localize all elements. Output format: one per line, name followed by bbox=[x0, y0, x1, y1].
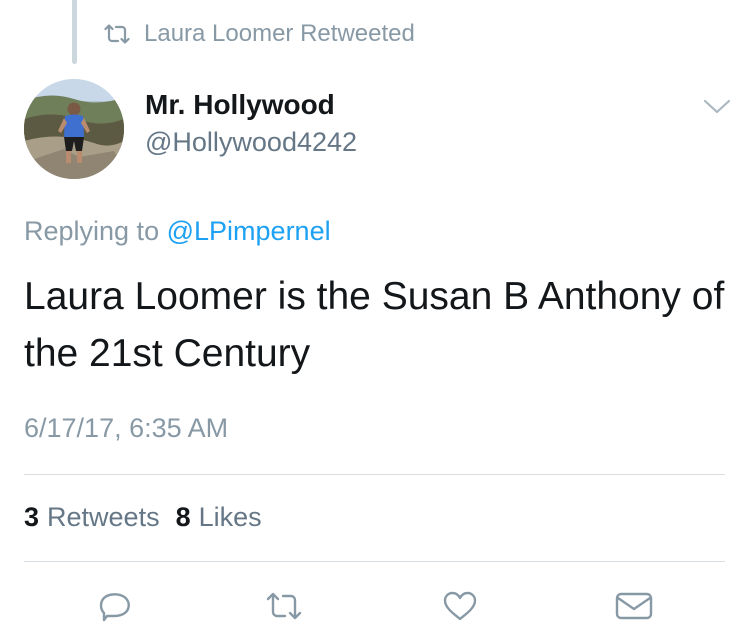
author-display-name[interactable]: Mr. Hollywood bbox=[145, 88, 357, 122]
avatar[interactable] bbox=[24, 79, 124, 179]
reply-context: Replying to @LPimpernel bbox=[24, 216, 331, 247]
retweet-icon bbox=[104, 24, 130, 44]
likes-stat[interactable]: 8 Likes bbox=[176, 502, 262, 533]
retweets-count: 3 bbox=[24, 502, 40, 532]
divider bbox=[24, 561, 725, 562]
action-bar bbox=[0, 584, 749, 628]
retweet-icon bbox=[266, 592, 302, 620]
retweets-stat[interactable]: 3 Retweets bbox=[24, 502, 160, 533]
heart-icon bbox=[442, 590, 478, 622]
reply-icon bbox=[98, 590, 132, 622]
like-button[interactable] bbox=[438, 584, 482, 628]
tweet-text: Laura Loomer is the Susan B Anthony of t… bbox=[24, 275, 725, 375]
author-handle[interactable]: @Hollywood4242 bbox=[145, 125, 357, 159]
profile-photo bbox=[24, 79, 124, 179]
direct-message-button[interactable] bbox=[612, 584, 656, 628]
retweets-label: Retweets bbox=[47, 502, 160, 532]
reply-mention-link[interactable]: @LPimpernel bbox=[167, 216, 331, 246]
reply-button[interactable] bbox=[93, 584, 137, 628]
envelope-icon bbox=[615, 591, 653, 621]
retweet-button[interactable] bbox=[262, 584, 306, 628]
likes-count: 8 bbox=[175, 502, 191, 532]
reply-context-prefix: Replying to bbox=[24, 216, 160, 246]
tweet-timestamp[interactable]: 6/17/17, 6:35 AM bbox=[24, 413, 228, 444]
author-info[interactable]: Mr. Hollywood @Hollywood4242 bbox=[145, 88, 357, 159]
tweet-detail: Laura Loomer Retweeted Mr. Hollywood @Ho… bbox=[0, 0, 749, 637]
divider bbox=[24, 474, 725, 475]
tweet-stats: 3 Retweets 8 Likes bbox=[24, 502, 278, 533]
chevron-down-icon[interactable] bbox=[702, 98, 732, 116]
thread-connector-line bbox=[72, 0, 77, 64]
likes-label: Likes bbox=[198, 502, 262, 532]
social-context-label: Laura Loomer Retweeted bbox=[144, 20, 415, 47]
social-context[interactable]: Laura Loomer Retweeted bbox=[104, 20, 415, 48]
